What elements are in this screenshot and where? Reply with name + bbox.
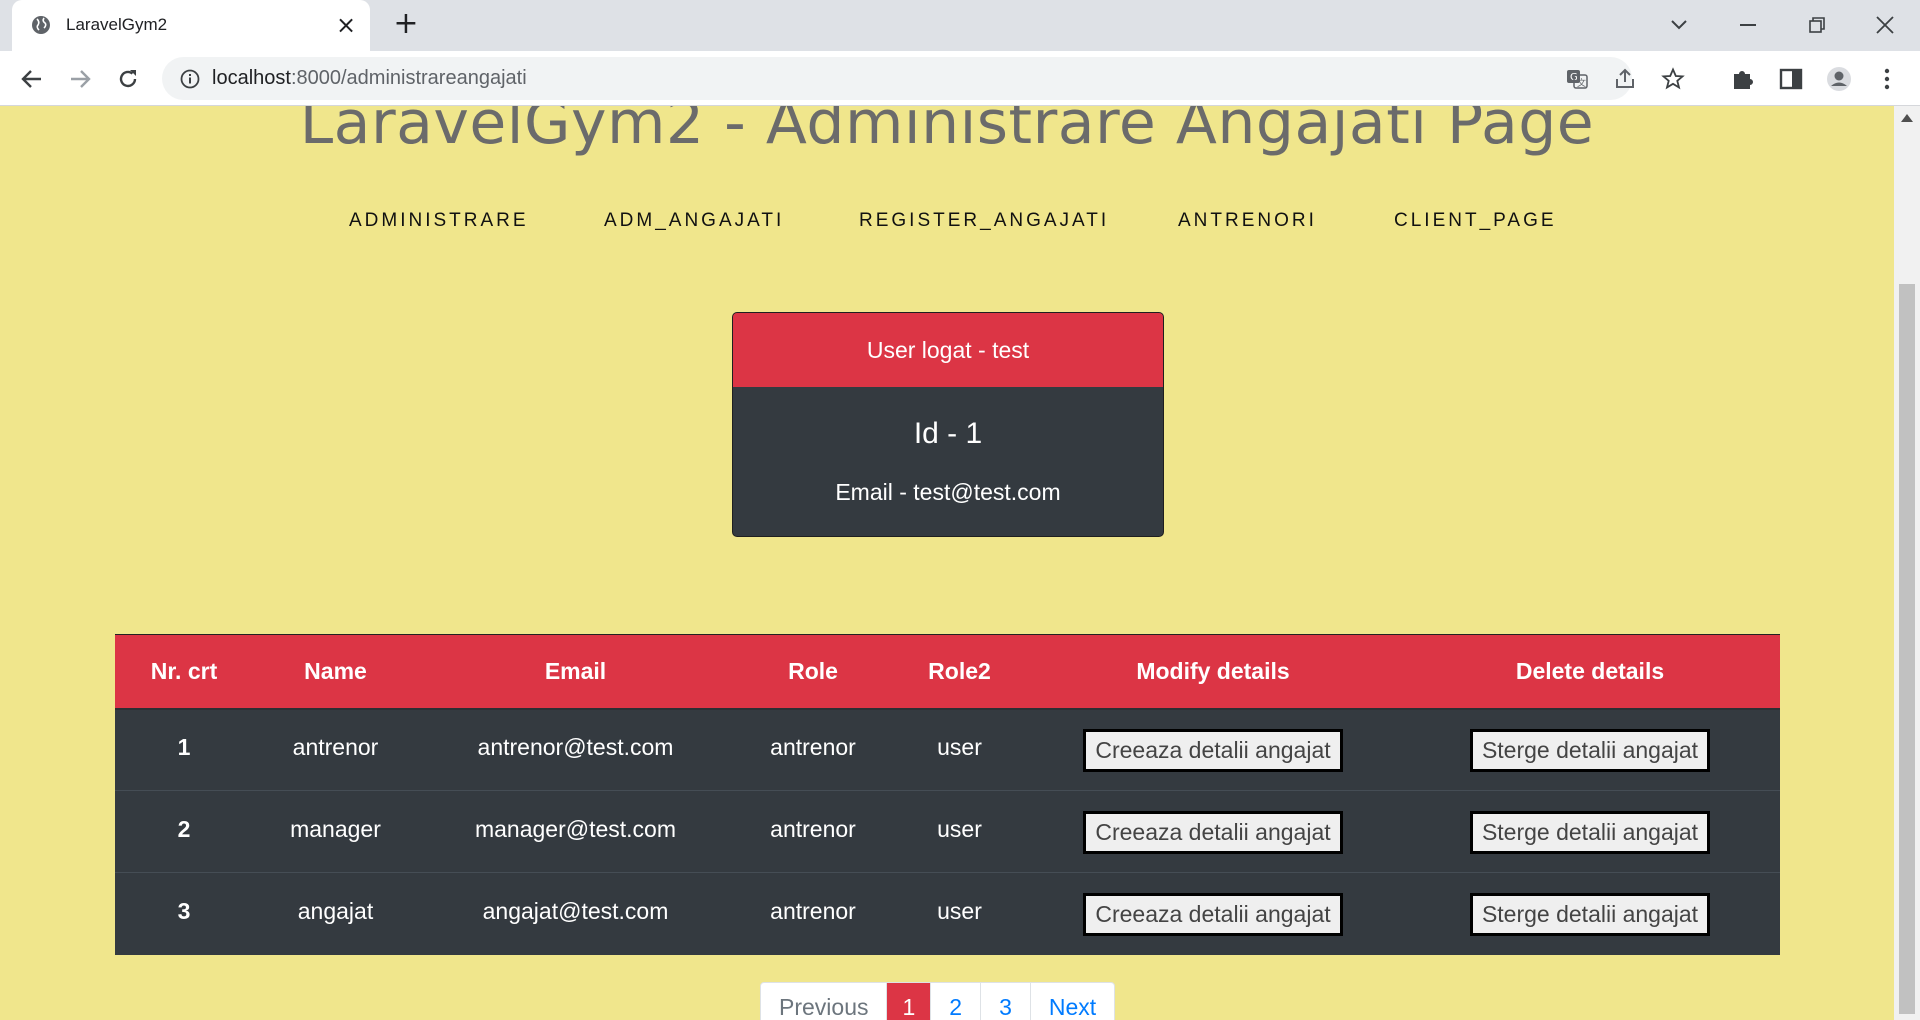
- delete-details-button[interactable]: Sterge detalii angajat: [1469, 811, 1711, 854]
- cell-modify: Creeaza detalii angajat: [1026, 708, 1400, 791]
- cell-delete: Sterge detalii angajat: [1400, 708, 1780, 791]
- user-card-email: Email - test@test.com: [835, 479, 1061, 505]
- user-info-card: User logat - test Id - 1 Email - test@te…: [732, 312, 1164, 537]
- url-path: :8000/administrareangajati: [290, 67, 527, 89]
- col-header-modify: Modify details: [1026, 634, 1400, 710]
- restore-icon[interactable]: [1802, 10, 1832, 40]
- delete-details-button[interactable]: Sterge detalii angajat: [1469, 893, 1711, 937]
- nav-link-client-page[interactable]: CLIENT_PAGE: [1394, 210, 1557, 232]
- translate-icon[interactable]: G 文: [1565, 67, 1589, 91]
- cell-email: angajat@test.com: [418, 872, 733, 955]
- forward-arrow-icon[interactable]: [63, 62, 97, 96]
- pagination-page-2[interactable]: 2: [930, 983, 980, 1020]
- pagination-page-1[interactable]: 1: [886, 983, 931, 1020]
- cell-modify: Creeaza detalii angajat: [1026, 790, 1400, 873]
- browser-tab[interactable]: LaravelGym2 ×: [12, 0, 370, 51]
- new-tab-icon[interactable]: +: [392, 9, 420, 39]
- user-card-header: User logat - test: [733, 313, 1163, 387]
- create-details-button[interactable]: Creeaza detalii angajat: [1083, 893, 1343, 937]
- bookmark-star-icon[interactable]: [1661, 67, 1685, 91]
- pagination-next[interactable]: Next: [1029, 983, 1114, 1020]
- profile-avatar-icon[interactable]: [1826, 66, 1852, 92]
- page-title: LaravelGym2 - Administrare Angajati Page: [299, 106, 1595, 158]
- col-header-nr: Nr. crt: [115, 634, 253, 710]
- menu-kebab-icon[interactable]: [1874, 66, 1900, 92]
- tab-search-chevron-icon[interactable]: [1664, 10, 1694, 40]
- cell-delete: Sterge detalii angajat: [1400, 790, 1780, 873]
- cell-role: antrenor: [733, 708, 893, 791]
- reload-icon[interactable]: [111, 62, 145, 96]
- vertical-scrollbar[interactable]: [1894, 106, 1920, 1020]
- nav-link-register-angajati[interactable]: REGISTER_ANGAJATI: [859, 210, 1109, 232]
- site-info-icon[interactable]: [180, 69, 200, 89]
- url-text[interactable]: localhost:8000/administrareangajati: [212, 67, 527, 90]
- cell-name: antrenor: [253, 708, 418, 791]
- cell-role2: user: [893, 790, 1026, 873]
- delete-details-button[interactable]: Sterge detalii angajat: [1469, 729, 1711, 773]
- cell-nr: 2: [115, 790, 253, 873]
- cell-role2: user: [893, 708, 1026, 791]
- pagination: Previous 1 2 3 Next: [760, 982, 1116, 1020]
- cell-nr: 3: [115, 872, 253, 955]
- pagination-previous[interactable]: Previous: [761, 983, 886, 1020]
- browser-tabstrip: LaravelGym2 × +: [0, 0, 1920, 51]
- minimize-icon[interactable]: [1733, 10, 1763, 40]
- col-header-name: Name: [253, 634, 418, 710]
- cell-name: angajat: [253, 872, 418, 955]
- cell-delete: Sterge detalii angajat: [1400, 872, 1780, 955]
- table-row: 3 angajat angajat@test.com antrenor user…: [115, 872, 1780, 955]
- address-bar[interactable]: localhost:8000/administrareangajati G 文: [162, 57, 1685, 100]
- close-window-icon[interactable]: [1870, 10, 1900, 40]
- globe-icon: [32, 16, 50, 34]
- back-arrow-icon[interactable]: [15, 62, 49, 96]
- nav-link-administrare[interactable]: ADMINISTRARE: [349, 210, 529, 232]
- share-icon[interactable]: [1613, 67, 1637, 91]
- table-header-row: Nr. crt Name Email Role Role2 Modify det…: [115, 634, 1780, 710]
- cell-nr: 1: [115, 708, 253, 791]
- table-row: 2 manager manager@test.com antrenor user…: [115, 790, 1780, 873]
- cell-role2: user: [893, 872, 1026, 955]
- scrollbar-thumb[interactable]: [1899, 284, 1915, 1014]
- cell-modify: Creeaza detalii angajat: [1026, 872, 1400, 955]
- col-header-delete: Delete details: [1400, 634, 1780, 710]
- cell-role: antrenor: [733, 790, 893, 873]
- cell-email: antrenor@test.com: [418, 708, 733, 791]
- side-panel-icon[interactable]: [1778, 66, 1804, 92]
- browser-toolbar: localhost:8000/administrareangajati G 文: [0, 51, 1920, 106]
- cell-email: manager@test.com: [418, 790, 733, 873]
- close-tab-icon[interactable]: ×: [334, 13, 358, 37]
- url-host: localhost: [212, 67, 291, 89]
- employees-table: Nr. crt Name Email Role Role2 Modify det…: [115, 634, 1780, 955]
- page-viewport: LaravelGym2 - Administrare Angajati Page…: [0, 106, 1920, 1020]
- svg-text:文: 文: [1577, 77, 1586, 89]
- nav-link-adm-angajati[interactable]: ADM_ANGAJATI: [604, 210, 784, 232]
- create-details-button[interactable]: Creeaza detalii angajat: [1083, 811, 1343, 854]
- nav-link-antrenori[interactable]: ANTRENORI: [1178, 210, 1317, 232]
- user-card-id: Id - 1: [913, 417, 983, 450]
- table-row: 1 antrenor antrenor@test.com antrenor us…: [115, 708, 1780, 791]
- col-header-email: Email: [418, 634, 733, 710]
- col-header-role2: Role2: [893, 634, 1026, 710]
- cell-name: manager: [253, 790, 418, 873]
- col-header-role: Role: [733, 634, 893, 710]
- extensions-puzzle-icon[interactable]: [1730, 66, 1756, 92]
- tab-title: LaravelGym2: [66, 15, 168, 34]
- scroll-up-arrow-icon[interactable]: [1901, 114, 1913, 122]
- pagination-page-3[interactable]: 3: [980, 983, 1030, 1020]
- create-details-button[interactable]: Creeaza detalii angajat: [1083, 729, 1343, 773]
- cell-role: antrenor: [733, 872, 893, 955]
